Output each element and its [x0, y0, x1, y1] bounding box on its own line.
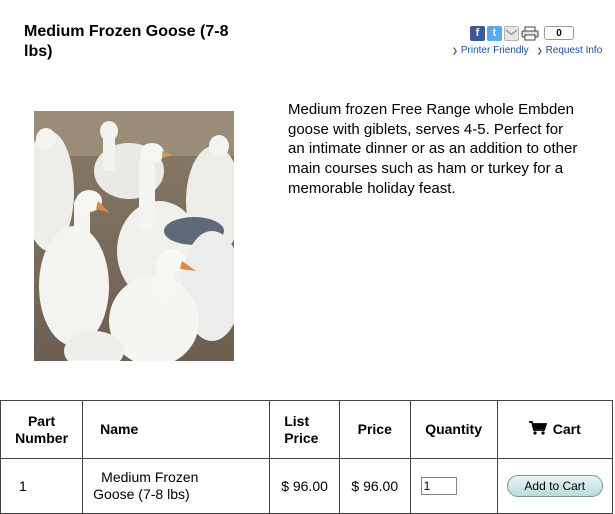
cell-quantity — [409, 458, 498, 514]
share-bar: f t 0 — [470, 25, 574, 41]
arrow-right-icon: ❯ — [452, 48, 458, 55]
cart-icon — [528, 420, 548, 439]
header-part-number: Part Number — [0, 400, 84, 459]
product-description: Medium frozen Free Range whole Embden go… — [288, 101, 578, 197]
header-price: Price — [338, 400, 411, 459]
printer-icon[interactable] — [521, 26, 539, 41]
header-name: Name — [82, 400, 271, 459]
page-title: Medium Frozen Goose (7-8 lbs) — [24, 23, 229, 60]
add-to-cart-button[interactable]: Add to Cart — [506, 475, 603, 497]
facebook-icon[interactable]: f — [470, 25, 485, 41]
utility-links: ❯ Printer Friendly ❯ Request Info — [452, 45, 602, 56]
cell-name: Medium Frozen Goose (7-8 lbs) — [82, 458, 271, 514]
twitter-icon[interactable]: t — [487, 25, 502, 41]
header-cart: Cart — [496, 400, 614, 459]
product-name: Medium Frozen Goose (7-8 lbs) — [93, 469, 199, 502]
header-quantity: Quantity — [409, 400, 498, 459]
product-table: Part Number Name List Price Price Quanti… — [0, 400, 614, 514]
header-cart-label: Cart — [552, 421, 581, 438]
share-count: 0 — [544, 26, 574, 40]
cell-cart: Add to Cart — [496, 458, 614, 514]
header-list-price: List Price — [269, 400, 340, 459]
cell-price: $ 96.00 — [338, 458, 411, 514]
product-image — [34, 111, 234, 361]
request-info-link[interactable]: ❯ Request Info — [537, 45, 603, 56]
table-row: 1 Medium Frozen Goose (7-8 lbs) $ 96.00 … — [0, 458, 614, 514]
cell-list-price: $ 96.00 — [269, 458, 340, 514]
cell-part-number: 1 — [0, 458, 84, 514]
arrow-right-icon: ❯ — [536, 48, 543, 55]
table-header-row: Part Number Name List Price Price Quanti… — [0, 400, 614, 459]
email-icon[interactable] — [504, 25, 519, 41]
quantity-input[interactable] — [420, 477, 457, 495]
printer-friendly-link[interactable]: ❯ Printer Friendly — [452, 45, 529, 56]
